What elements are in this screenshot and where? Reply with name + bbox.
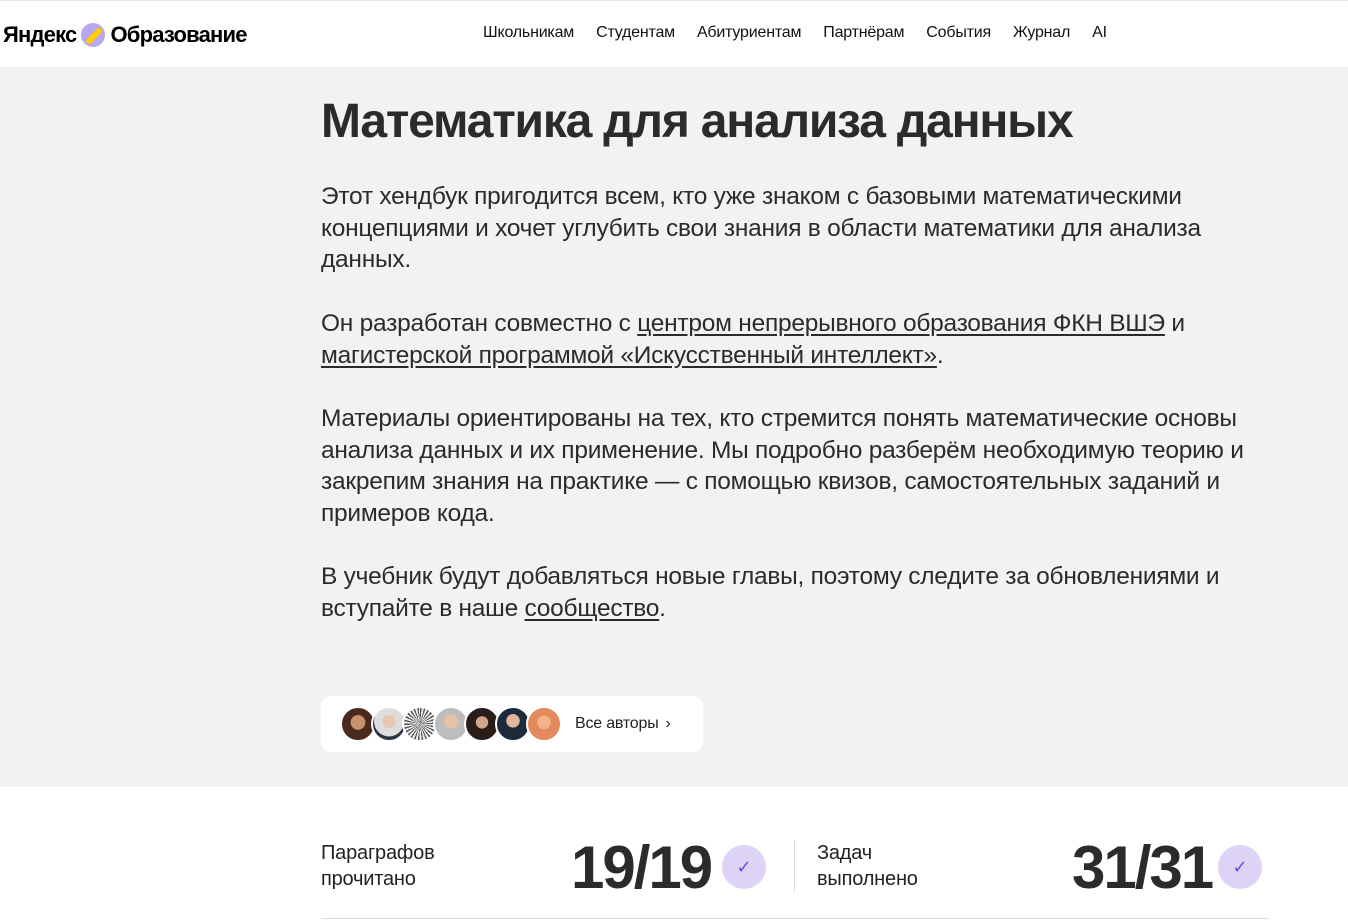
partners-text-pre: Он разработан совместно с xyxy=(321,310,638,337)
nav-item-journal[interactable]: Журнал xyxy=(1013,24,1070,42)
paragraphs-read-value: 19/19 xyxy=(571,834,713,901)
progress-stats: Параграфов прочитано 19/19 ✓ Задач выпол… xyxy=(321,787,1269,921)
updates-paragraph: В учебник будут добавляться новые главы,… xyxy=(321,561,1281,624)
author-avatars xyxy=(340,706,562,742)
materials-paragraph: Материалы ориентированы на тех, кто стре… xyxy=(321,405,1244,528)
nav-item-applicants[interactable]: Абитуриентам xyxy=(697,24,802,42)
avatar xyxy=(526,706,562,742)
nav-item-partners[interactable]: Партнёрам xyxy=(823,24,904,42)
community-link[interactable]: сообщество xyxy=(525,595,660,622)
partners-paragraph: Он разработан совместно с центром непрер… xyxy=(321,308,1281,371)
yandex-education-logo[interactable]: Яндекс Образование xyxy=(3,20,247,50)
updates-text-post: . xyxy=(659,594,666,622)
check-icon: ✓ xyxy=(1218,845,1262,889)
ai-masters-link[interactable]: магистерской программой «Искусственный и… xyxy=(321,342,937,369)
tasks-label-line1: Задач xyxy=(817,842,872,864)
partners-text-mid: и xyxy=(1164,310,1185,337)
updates-text-pre: В учебник будут добавляться новые главы,… xyxy=(321,563,1220,622)
all-authors-label: Все авторы xyxy=(575,715,659,732)
stats-bottom-divider xyxy=(321,918,1269,919)
tasks-done-value: 31/31 xyxy=(1072,834,1214,901)
tasks-done-label: Задач выполнено xyxy=(817,841,918,892)
main-nav: Школьникам Студентам Абитуриентам Партнё… xyxy=(483,24,1129,42)
nav-item-schoolchildren[interactable]: Школьникам xyxy=(483,24,574,42)
all-authors-button[interactable]: Все авторы › xyxy=(321,696,703,752)
chevron-right-icon: › xyxy=(665,715,671,732)
hse-center-link[interactable]: центром непрерывного образования ФКН ВШЭ xyxy=(637,310,1165,337)
stats-divider xyxy=(794,840,795,892)
intro-paragraph: Этот хендбук пригодится всем, кто уже зн… xyxy=(321,183,1201,274)
paragraphs-read-label: Параграфов прочитано xyxy=(321,841,435,892)
nav-item-events[interactable]: События xyxy=(926,24,991,42)
logo-education-text: Образование xyxy=(110,22,247,47)
partners-text-post: . xyxy=(936,341,944,369)
logo-yandex-text: Яндекс xyxy=(3,22,77,47)
nav-item-students[interactable]: Студентам xyxy=(596,24,675,42)
paragraphs-label-line1: Параграфов xyxy=(321,842,435,864)
page-title: Математика для анализа данных xyxy=(321,95,1074,148)
paragraphs-label-line2: прочитано xyxy=(321,867,416,890)
site-header: Яндекс Образование Школьникам Студентам … xyxy=(0,0,1348,67)
nav-item-ai[interactable]: AI xyxy=(1092,24,1107,42)
logo-mark-icon xyxy=(81,23,106,47)
tasks-label-line2: выполнено xyxy=(817,867,918,890)
hero-section: Математика для анализа данных Этот хендб… xyxy=(0,67,1348,787)
check-icon: ✓ xyxy=(722,845,766,889)
